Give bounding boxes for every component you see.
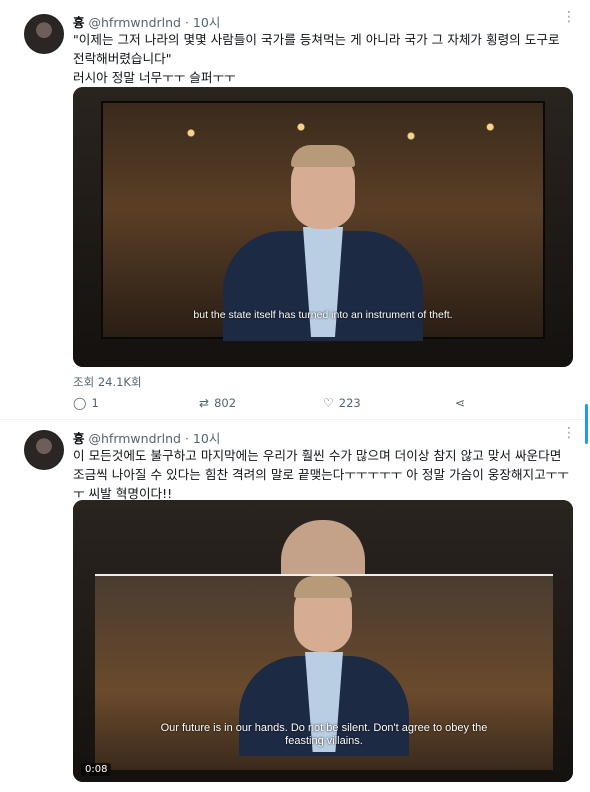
retweet-icon: ⇄ [199, 396, 210, 410]
retweet-button[interactable]: ⇄ 802 [199, 396, 236, 410]
tweet-actions: ◯ 1 ⇄ 802 ♡ 223 ⋖ [73, 396, 573, 414]
like-count: 223 [338, 396, 361, 410]
video-screen: Our future is in our hands. Do not be si… [95, 574, 553, 770]
view-count[interactable]: 조회 24.1K회 [73, 374, 142, 390]
timestamp[interactable]: 10시 [193, 15, 220, 30]
speaker-hair [291, 145, 355, 167]
share-icon: ⋖ [455, 396, 466, 410]
tweet-video[interactable]: but the state itself has turned into an … [73, 87, 573, 367]
timestamp[interactable]: 10시 [193, 431, 220, 446]
avatar[interactable] [24, 14, 64, 54]
tweet-header: 흉 @hfrmwndrlnd · 10시 [73, 428, 220, 447]
tweet-1[interactable]: 흉 @hfrmwndrlnd · 10시 ⋮ "이제는 그저 나라의 몇몇 사람… [0, 0, 590, 420]
user-handle[interactable]: @hfrmwndrlnd [89, 15, 181, 30]
more-dots-icon[interactable]: ⋮ [562, 10, 576, 24]
display-name[interactable]: 흉 [73, 15, 85, 30]
reply-count: 1 [91, 396, 99, 410]
avatar[interactable] [24, 430, 64, 470]
separator-dot: · [184, 15, 189, 30]
tweet-header: 흉 @hfrmwndrlnd · 10시 [73, 12, 220, 31]
video-subtitle: but the state itself has turned into an … [193, 309, 453, 321]
like-button[interactable]: ♡ 223 [323, 396, 361, 410]
user-handle[interactable]: @hfrmwndrlnd [89, 431, 181, 446]
speaker-hair [294, 576, 352, 598]
display-name[interactable]: 흉 [73, 431, 85, 446]
retweet-count: 802 [214, 396, 237, 410]
share-button[interactable]: ⋖ [455, 396, 465, 410]
more-dots-icon[interactable]: ⋮ [562, 426, 576, 440]
heart-icon: ♡ [323, 396, 334, 410]
separator-dot: · [184, 431, 189, 446]
video-subtitle: Our future is in our hands. Do not be si… [160, 722, 488, 747]
tweet-text: "이제는 그저 나라의 몇몇 사람들이 국가를 등쳐먹는 게 아니라 국가 그 … [73, 32, 560, 85]
tweet-2[interactable]: 흉 @hfrmwndrlnd · 10시 ⋮ 이 모든것에도 불구하고 마지막에… [0, 420, 590, 792]
video-screen [101, 101, 545, 341]
speaker-figure [223, 127, 423, 341]
tweet-text: 이 모든것에도 불구하고 마지막에는 우리가 훨씬 수가 많으며 더이상 참지 … [73, 448, 569, 501]
tweet-video[interactable]: Our future is in our hands. Do not be si… [73, 500, 573, 782]
reply-button[interactable]: ◯ 1 [73, 396, 99, 410]
video-timecode: 0:08 [81, 763, 112, 776]
reply-icon: ◯ [73, 396, 87, 410]
